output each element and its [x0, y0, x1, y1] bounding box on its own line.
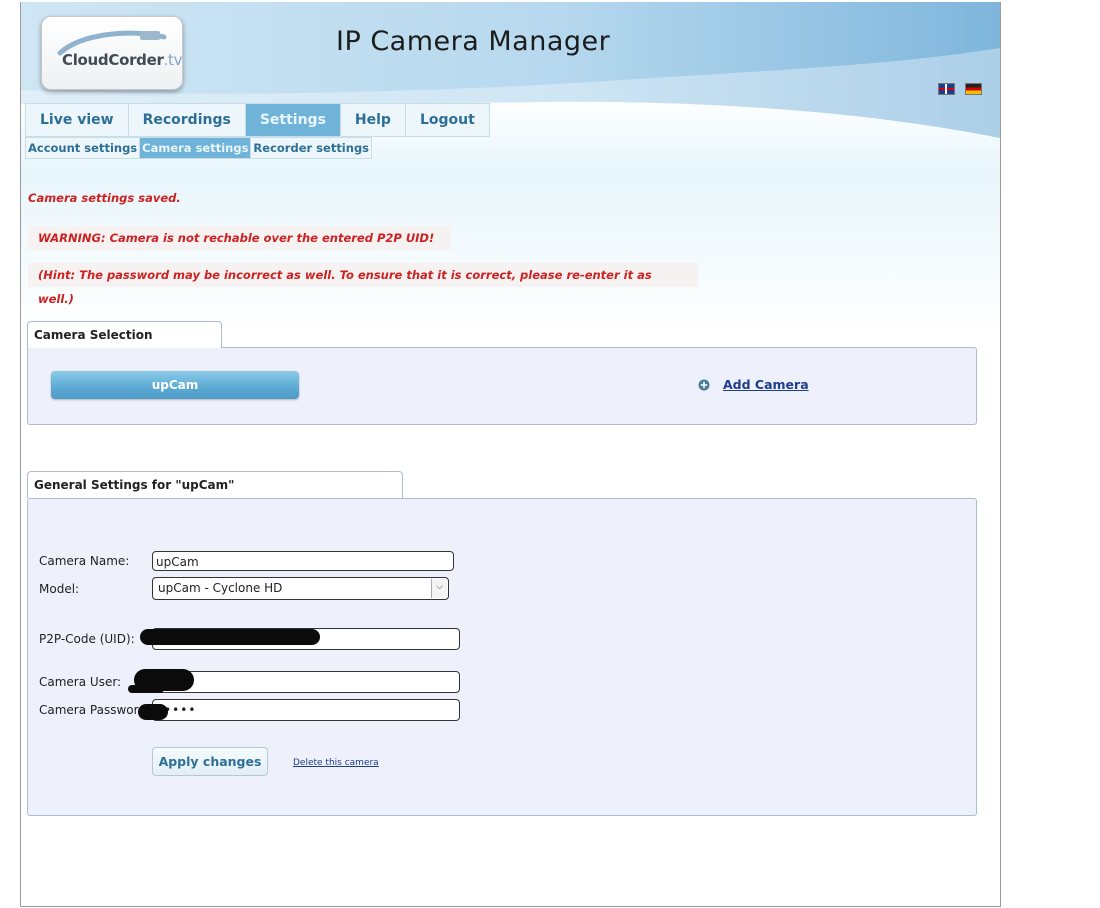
camera-name-field[interactable]: upCam	[152, 551, 454, 571]
redaction-mark	[128, 685, 164, 693]
german-flag-icon[interactable]	[965, 83, 982, 95]
uid-warning-message: WARNING: Camera is not rechable over the…	[28, 226, 451, 250]
camera-selection-heading: Camera Selection	[27, 321, 222, 348]
main-navigation: Live view Recordings Settings Help Logou…	[25, 103, 490, 137]
logo-text: CloudCorder.tv	[62, 51, 183, 69]
tab-live-view[interactable]: Live view	[25, 103, 128, 137]
general-settings-heading: General Settings for "upCam"	[27, 471, 403, 498]
subtab-camera-settings[interactable]: Camera settings	[139, 137, 251, 159]
settings-subnavigation: Account settings Camera settings Recorde…	[25, 137, 373, 159]
camera-selection-panel: upCam Add Camera	[27, 347, 977, 425]
tab-help[interactable]: Help	[339, 103, 405, 137]
delete-camera-link[interactable]: Delete this camera	[293, 758, 379, 768]
p2p-uid-label: P2P-Code (UID):	[39, 632, 135, 646]
model-label: Model:	[39, 582, 80, 596]
chevron-down-icon: ⌵	[431, 579, 447, 598]
add-camera-link[interactable]: Add Camera	[723, 377, 809, 392]
browser-page: CloudCorder.tv IP Camera Manager Live vi…	[20, 2, 1001, 907]
cloudcorder-logo[interactable]: CloudCorder.tv	[41, 16, 183, 90]
camera-name-label: Camera Name:	[39, 554, 130, 568]
redaction-mark	[140, 629, 320, 645]
page-title: IP Camera Manager	[336, 26, 611, 57]
redaction-mark	[138, 704, 168, 720]
general-settings-panel: Camera Name: upCam Model: upCam - Cyclon…	[27, 498, 977, 816]
tab-logout[interactable]: Logout	[404, 103, 490, 137]
camera-user-field[interactable]	[152, 671, 460, 693]
english-flag-icon[interactable]	[938, 83, 955, 95]
subtab-recorder-settings[interactable]: Recorder settings	[250, 137, 373, 159]
apply-changes-button[interactable]: Apply changes	[152, 747, 268, 776]
plus-circle-icon	[698, 379, 710, 390]
tab-recordings[interactable]: Recordings	[127, 103, 245, 137]
camera-user-label: Camera User:	[39, 675, 122, 689]
tab-settings[interactable]: Settings	[244, 103, 340, 137]
subtab-account-settings[interactable]: Account settings	[25, 137, 140, 159]
saved-message: Camera settings saved.	[28, 191, 181, 205]
camera-upcam-button[interactable]: upCam	[51, 371, 299, 399]
model-select[interactable]: upCam - Cyclone HD ⌵	[152, 577, 449, 600]
camera-password-field[interactable]: •••••	[152, 699, 460, 721]
camera-password-label: Camera Password:	[39, 703, 150, 717]
add-camera-control[interactable]: Add Camera	[698, 377, 809, 392]
password-hint-message: (Hint: The password may be incorrect as …	[28, 263, 698, 306]
model-selected-value: upCam - Cyclone HD	[158, 581, 283, 595]
